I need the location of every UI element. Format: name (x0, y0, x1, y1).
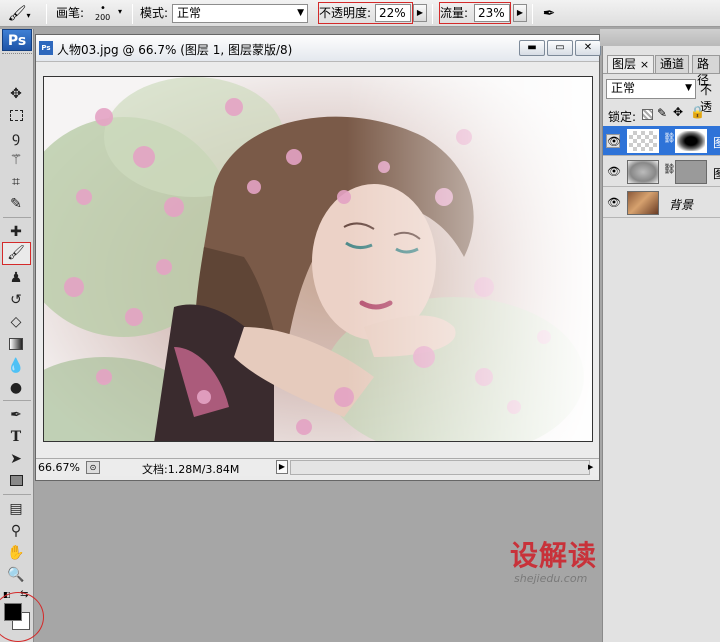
blur-tool-icon[interactable]: 💧 (4, 356, 28, 376)
mode-select[interactable]: 正常 ▼ (172, 4, 308, 23)
scroll-right-icon[interactable]: ▶ (588, 460, 598, 475)
lock-label: 锁定: (608, 110, 637, 124)
eyedropper-tool-icon[interactable]: ⚲ (4, 521, 28, 541)
layer-mask-thumbnail[interactable] (675, 160, 707, 184)
brush-tool-icon[interactable]: 🖌 (4, 243, 28, 263)
panel-tab-underline (603, 73, 720, 74)
eyedropper-slice-tool-icon[interactable]: ✎ (4, 194, 28, 214)
layer-thumbnail (627, 129, 659, 153)
chevron-down-icon: ▼ (297, 8, 304, 18)
flow-slider-button[interactable]: ▶ (513, 4, 527, 22)
tab-paths[interactable]: 路径 (692, 55, 720, 87)
visibility-eye-icon[interactable]: 👁 (606, 134, 621, 148)
layer-row[interactable]: 👁 ⛓ 图 (603, 126, 720, 156)
status-bar: 66.67% ⊙ 文档:1.28M/3.84M ▶ ▶ (36, 458, 599, 476)
clone-stamp-tool-icon[interactable]: ♟ (4, 268, 28, 288)
layer-row[interactable]: 👁 背景 (603, 188, 720, 218)
crop-tool-icon[interactable]: ⌗ (4, 172, 28, 192)
lasso-tool-icon[interactable]: ꝯ (4, 128, 28, 148)
move-tool-icon[interactable]: ✥ (4, 84, 28, 104)
watermark: 设解读 shejiedu.com (510, 539, 598, 586)
flow-label: 流量: (440, 6, 469, 20)
color-swatch-highlight-circle (0, 592, 44, 642)
brush-picker[interactable]: • 200 ▾ (92, 1, 126, 25)
lock-image-icon[interactable]: ✎ (657, 106, 667, 120)
opacity-input[interactable]: 22% (375, 4, 411, 22)
tab-layers[interactable]: 图层 × (607, 55, 655, 73)
document-title: 人物03.jpg @ 66.7% (图层 1, 图层蒙版/8) (57, 43, 293, 57)
maximize-button[interactable]: ▭ (547, 40, 573, 56)
close-icon[interactable]: × (640, 58, 649, 71)
brush-tool-preset-icon[interactable]: 🖌▾ (6, 3, 32, 23)
history-brush-tool-icon[interactable]: ↺ (4, 290, 28, 310)
flow-input[interactable]: 23% (474, 4, 510, 22)
opacity-label: 不透明度: (319, 6, 372, 20)
lock-transparent-icon[interactable] (642, 109, 653, 120)
layer-row[interactable]: 👁 ⛓ 图 (603, 157, 720, 187)
status-info-icon[interactable]: ⊙ (86, 461, 100, 474)
chevron-down-icon: ▾ (118, 7, 123, 16)
airbrush-icon[interactable]: ✒ (538, 3, 560, 23)
portrait-image (44, 77, 592, 441)
magic-wand-tool-icon[interactable]: ⚚ (4, 150, 28, 170)
layer-name: 背景 (669, 198, 694, 212)
visibility-eye-icon[interactable]: 👁 (607, 165, 621, 179)
tab-channels[interactable]: 通道 (655, 55, 690, 73)
zoom-level[interactable]: 66.67% (38, 461, 80, 474)
lock-all-icon[interactable]: 🔒 (690, 105, 705, 119)
layer-thumbnail (627, 160, 659, 184)
marquee-tool-icon[interactable] (4, 106, 28, 126)
rectangle-tool-icon[interactable] (4, 471, 28, 491)
panel-dock-strip (600, 29, 720, 46)
layer-name: 图 (713, 167, 720, 181)
eraser-tool-icon[interactable]: ◇ (4, 312, 28, 332)
zoom-tool-icon[interactable]: 🔍 (4, 565, 28, 585)
close-button[interactable]: ✕ (575, 40, 601, 56)
gradient-tool-icon[interactable] (4, 334, 28, 354)
healing-brush-tool-icon[interactable]: ✚ (4, 222, 28, 242)
chevron-down-icon: ▼ (685, 83, 692, 93)
options-bar: 🖌▾ 画笔: • 200 ▾ 模式: 正常 ▼ 不透明度: 22% ▶ 流量: … (0, 0, 720, 27)
layer-name: 图 (713, 136, 720, 150)
opacity-slider-button[interactable]: ▶ (413, 4, 427, 22)
dodge-tool-icon[interactable]: ● (4, 378, 28, 398)
document-titlebar: Ps 人物03.jpg @ 66.7% (图层 1, 图层蒙版/8) ▬ ▭ ✕ (36, 35, 601, 62)
layer-thumbnail (627, 191, 659, 215)
path-selection-tool-icon[interactable]: ➤ (4, 449, 28, 469)
mode-label: 模式: (140, 6, 169, 20)
hand-tool-icon[interactable]: ✋ (4, 543, 28, 563)
layer-mask-thumbnail[interactable] (675, 129, 707, 153)
visibility-eye-icon[interactable]: 👁 (607, 196, 621, 210)
link-chain-icon: ⛓ (663, 133, 676, 144)
image-canvas[interactable] (43, 76, 593, 442)
status-menu-arrow-icon[interactable]: ▶ (276, 460, 288, 474)
watermark-brand: 设解读 (510, 539, 598, 572)
blend-mode-select[interactable]: 正常 ▼ (606, 79, 696, 99)
document-ps-icon: Ps (39, 41, 53, 55)
toolbox-grip (2, 53, 32, 55)
notes-tool-icon[interactable]: ▤ (4, 499, 28, 519)
type-tool-icon[interactable]: T (4, 427, 28, 447)
link-chain-icon: ⛓ (663, 164, 676, 175)
document-size-info: 文档:1.28M/3.84M (142, 463, 240, 476)
brush-label: 画笔: (56, 6, 85, 20)
watermark-url: shejiedu.com (514, 572, 588, 585)
photoshop-logo: Ps (2, 29, 32, 51)
brush-size: 200 (95, 13, 111, 22)
minimize-button[interactable]: ▬ (519, 40, 545, 56)
pen-tool-icon[interactable]: ✒ (4, 405, 28, 425)
lock-position-icon[interactable]: ✥ (673, 105, 683, 119)
horizontal-scrollbar[interactable] (290, 460, 590, 475)
